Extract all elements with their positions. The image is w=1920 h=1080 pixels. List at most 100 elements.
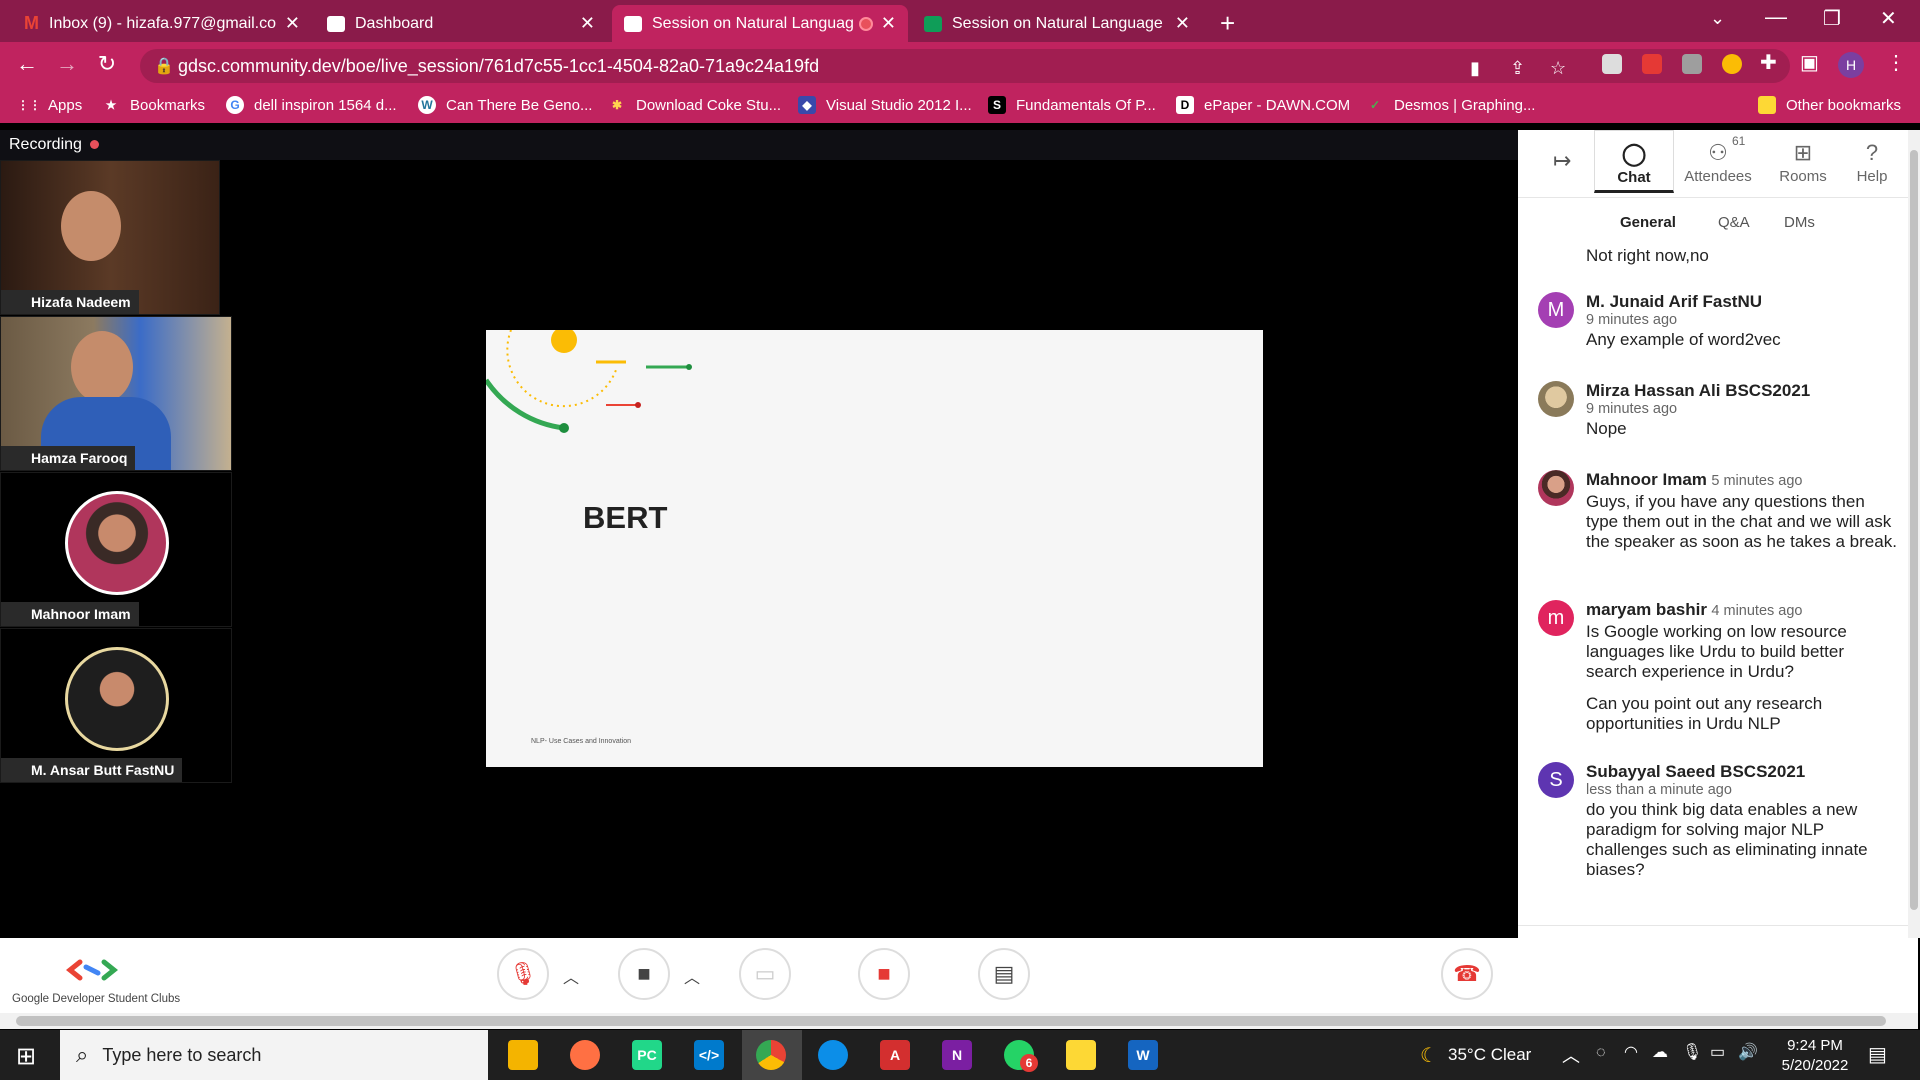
clock-date[interactable]: 5/20/2022 <box>1770 1057 1860 1074</box>
mic-options-chevron-icon[interactable]: ︿ <box>563 964 579 988</box>
speaker-icon[interactable]: 🔊 <box>1738 1042 1758 1062</box>
slide-title: BERT <box>583 500 668 535</box>
chrome-extension-icon[interactable] <box>1722 54 1742 74</box>
battery-icon[interactable]: ▭ <box>1710 1042 1725 1062</box>
bookmark-visual-studio[interactable]: ◆ Visual Studio 2012 I... <box>798 96 972 114</box>
chat-scrollbar[interactable] <box>1908 130 1920 938</box>
tab-chat[interactable]: ◯ Chat <box>1594 130 1674 193</box>
subtab-general[interactable]: General <box>1620 214 1676 231</box>
new-tab-plus-icon[interactable]: + <box>1220 8 1235 39</box>
network-icon[interactable]: ◌ <box>1596 1044 1606 1062</box>
bookmark-other[interactable]: Other bookmarks <box>1758 96 1901 114</box>
close-tab-icon[interactable]: ✕ <box>1175 13 1190 34</box>
tab-attendees[interactable]: ⚇ 61 Attendees <box>1678 134 1758 185</box>
leave-call-button[interactable]: ☎ <box>1441 948 1493 1000</box>
subtab-qa[interactable]: Q&A <box>1718 214 1750 231</box>
bookmark-fundamentals[interactable]: S Fundamentals Of P... <box>988 96 1156 114</box>
extension-3-icon[interactable] <box>1682 54 1702 74</box>
minimize-icon[interactable]: — <box>1765 4 1787 30</box>
puzzle-extensions-icon[interactable]: ✚ <box>1760 50 1777 75</box>
tab-session-active[interactable]: Session on Natural Language ✕ <box>612 5 908 42</box>
weather-text[interactable]: 35°C Clear <box>1448 1045 1531 1065</box>
message-text: Can you point out any research opportuni… <box>1586 694 1823 733</box>
participant-tile[interactable]: 🎙 Mahnoor Imam <box>0 472 232 627</box>
camera-icon[interactable]: ▮ <box>1470 58 1480 79</box>
tab-dashboard[interactable]: Dashboard ✕ <box>315 5 607 42</box>
tab-rooms[interactable]: ⊞ Rooms <box>1763 140 1843 185</box>
sticky-notes-icon[interactable] <box>1066 1040 1096 1070</box>
restore-icon[interactable]: ❐ <box>1823 6 1841 31</box>
extension-2-icon[interactable] <box>1642 54 1662 74</box>
participant-tile[interactable]: 🎙 Hizafa Nadeem <box>0 160 220 315</box>
paint-icon[interactable] <box>570 1040 600 1070</box>
chat-message: Mirza Hassan Ali BSCS2021 9 minutes ago … <box>1538 381 1898 439</box>
message-author: Mirza Hassan Ali BSCS2021 <box>1586 381 1811 400</box>
tray-chevron-icon[interactable]: ︿ <box>1562 1042 1580 1068</box>
share-screen-button[interactable]: ▭ <box>739 948 791 1000</box>
vscode-icon[interactable]: </> <box>694 1040 724 1070</box>
clock-time[interactable]: 9:24 PM <box>1770 1037 1860 1054</box>
bookmark-dawn[interactable]: D ePaper - DAWN.COM <box>1176 96 1350 114</box>
profile-avatar[interactable]: H <box>1838 52 1864 78</box>
scrollbar-thumb[interactable] <box>1910 150 1918 910</box>
participant-name: Hizafa Nadeem <box>1 290 139 314</box>
bookmark-star-icon[interactable]: ☆ <box>1550 58 1566 79</box>
sidepanel-icon[interactable]: ▣ <box>1800 50 1819 75</box>
message-time: 5 minutes ago <box>1711 473 1803 489</box>
folder-icon <box>1758 96 1776 114</box>
camera-toggle-button[interactable]: ■ <box>618 948 670 1000</box>
close-tab-icon[interactable]: ✕ <box>285 13 300 34</box>
address-bar[interactable]: 🔒 gdsc.community.dev/boe/live_session/76… <box>140 49 1790 83</box>
chrome-icon[interactable] <box>756 1040 786 1070</box>
bookmark-dell[interactable]: G dell inspiron 1564 d... <box>226 96 397 114</box>
collapse-panel-icon[interactable]: ↦ <box>1553 148 1571 174</box>
forward-arrow-icon[interactable]: → <box>52 51 82 77</box>
participant-tile[interactable]: 🎙 Hamza Farooq <box>0 316 232 471</box>
notifications-icon[interactable]: ▤ <box>1868 1042 1887 1067</box>
mic-off-icon: 🎙 <box>509 961 537 986</box>
word-icon[interactable]: W <box>1128 1040 1158 1070</box>
wifi-icon[interactable]: ◠ <box>1624 1042 1638 1062</box>
share-icon[interactable]: ⇪ <box>1510 58 1525 79</box>
camera-options-chevron-icon[interactable]: ︿ <box>684 964 700 988</box>
participant-face <box>61 191 121 261</box>
tab-search-chevron-icon[interactable]: ⌄ <box>1710 8 1725 29</box>
search-placeholder: Type here to search <box>102 1044 262 1065</box>
person-icon: ⚇ <box>1708 140 1728 165</box>
s-icon: S <box>988 96 1006 114</box>
bookmark-coke[interactable]: ✱ Download Coke Stu... <box>608 96 781 114</box>
edge-icon[interactable] <box>818 1040 848 1070</box>
extension-1-icon[interactable] <box>1602 54 1622 74</box>
cloud-icon[interactable]: ☁ <box>1652 1042 1668 1062</box>
scrollbar-thumb[interactable] <box>16 1016 1886 1026</box>
close-tab-icon[interactable]: ✕ <box>881 13 896 34</box>
close-window-icon[interactable]: ✕ <box>1880 6 1897 31</box>
tab-session-sheet[interactable]: Session on Natural Language Pro ✕ <box>912 5 1202 42</box>
lock-icon[interactable]: 🔒 <box>154 56 174 76</box>
bookmark-desmos[interactable]: ✓ Desmos | Graphing... <box>1366 96 1535 114</box>
horizontal-scrollbar[interactable] <box>0 1013 1918 1029</box>
reload-icon[interactable]: ↻ <box>92 51 122 77</box>
cast-button[interactable]: ▤ <box>978 948 1030 1000</box>
tab-gmail[interactable]: M Inbox (9) - hizafa.977@gmail.com ✕ <box>12 5 312 42</box>
bookmark-apps[interactable]: ⋮⋮ Apps <box>17 96 83 114</box>
bookmark-bookmarks[interactable]: ★ Bookmarks <box>102 96 205 114</box>
bookmark-geno[interactable]: W Can There Be Geno... <box>418 96 592 114</box>
bookmark-label: Apps <box>48 96 83 114</box>
stop-recording-button[interactable]: ■ <box>858 948 910 1000</box>
participant-tile[interactable]: 🎙 M. Ansar Butt FastNU <box>0 628 232 783</box>
microphone-tray-icon[interactable]: 🎙 <box>1682 1042 1702 1062</box>
whatsapp-icon[interactable]: 6 <box>1004 1040 1038 1072</box>
kebab-menu-icon[interactable]: ⋮ <box>1886 50 1906 75</box>
onenote-icon[interactable]: N <box>942 1040 972 1070</box>
mic-toggle-button[interactable]: 🎙 <box>497 948 549 1000</box>
back-arrow-icon[interactable]: ← <box>12 51 42 77</box>
taskbar-search[interactable]: ⌕ Type here to search <box>60 1030 488 1080</box>
tab-help[interactable]: ? Help <box>1832 140 1912 185</box>
acrobat-icon[interactable]: A <box>880 1040 910 1070</box>
pycharm-icon[interactable]: PC <box>632 1040 662 1070</box>
close-tab-icon[interactable]: ✕ <box>580 13 595 34</box>
file-explorer-icon[interactable] <box>508 1040 538 1070</box>
windows-start-icon[interactable]: ⊞ <box>16 1042 36 1071</box>
subtab-dms[interactable]: DMs <box>1784 214 1815 231</box>
